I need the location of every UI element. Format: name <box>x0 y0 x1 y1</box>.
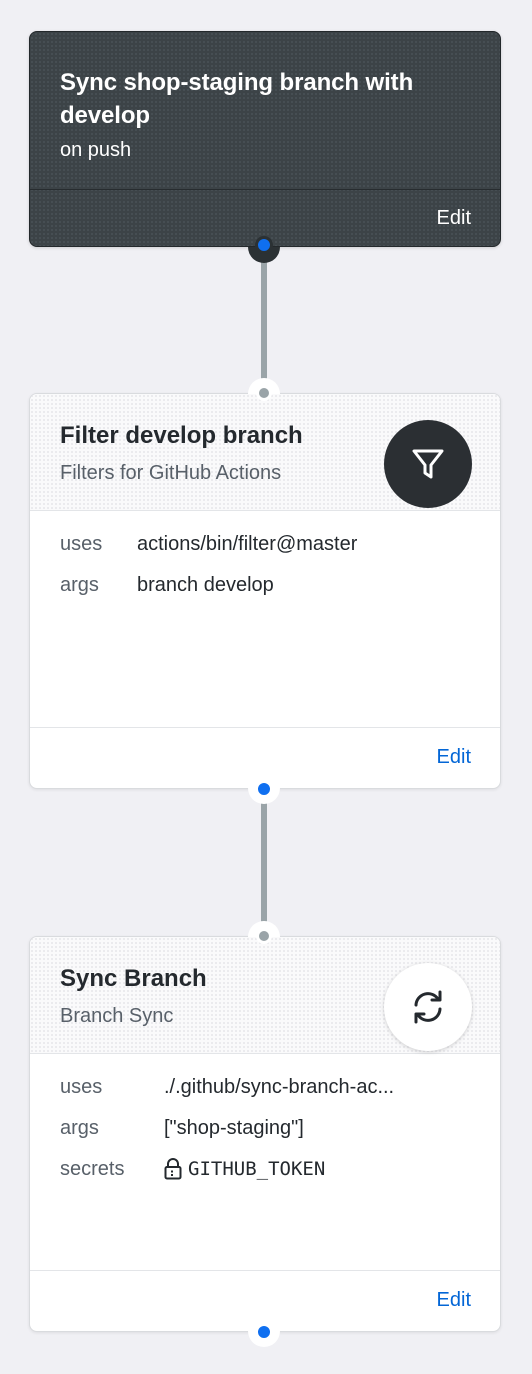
action-card-footer: Edit <box>30 1270 500 1331</box>
field-value: ./.github/sync-branch-ac... <box>164 1076 395 1098</box>
action-input-port[interactable] <box>256 928 272 944</box>
action-subtitle: Branch Sync <box>60 1005 174 1027</box>
lock-icon <box>164 1158 182 1180</box>
connector-line <box>261 248 267 392</box>
sync-icon <box>384 963 472 1051</box>
connector-line <box>261 790 267 936</box>
workflow-trigger-event: on push <box>60 139 132 161</box>
field-row-uses: uses ./.github/sync-branch-ac... <box>60 1074 480 1115</box>
action-card-filter[interactable]: Filter develop branch Filters for GitHub… <box>29 393 501 789</box>
field-value: branch develop <box>137 574 274 596</box>
action-subtitle: Filters for GitHub Actions <box>60 462 282 484</box>
workflow-title: Sync shop-staging branch with develop <box>60 69 414 129</box>
field-key: secrets <box>60 1158 125 1180</box>
action-fields: uses actions/bin/filter@master args bran… <box>60 531 480 613</box>
field-row-args: args ["shop-staging"] <box>60 1115 480 1156</box>
field-key: uses <box>60 533 103 555</box>
action-card-header: Filter develop branch Filters for GitHub… <box>30 394 500 511</box>
field-key: args <box>60 574 99 596</box>
action-output-port[interactable] <box>255 1323 273 1341</box>
action-title: Filter develop branch <box>60 422 303 449</box>
field-value: ["shop-staging"] <box>164 1117 304 1139</box>
edit-action-button[interactable]: Edit <box>437 746 471 769</box>
action-card-footer: Edit <box>30 727 500 788</box>
workflow-trigger-card[interactable]: Sync shop-staging branch with develop on… <box>29 31 501 247</box>
action-input-port[interactable] <box>256 385 272 401</box>
action-title: Sync Branch <box>60 965 207 992</box>
field-row-uses: uses actions/bin/filter@master <box>60 531 480 572</box>
action-card-header: Sync Branch Branch Sync <box>30 937 500 1054</box>
field-value: actions/bin/filter@master <box>137 533 358 555</box>
field-key: args <box>60 1117 99 1139</box>
action-output-port[interactable] <box>255 780 273 798</box>
edit-action-button[interactable]: Edit <box>437 1289 471 1312</box>
secret-name: GITHUB_TOKEN <box>188 1158 326 1180</box>
filter-icon <box>384 420 472 508</box>
field-key: uses <box>60 1076 103 1098</box>
edit-workflow-button[interactable]: Edit <box>437 207 471 230</box>
field-row-secrets: secrets GITHUB_TOKEN <box>60 1156 480 1197</box>
action-card-sync-branch[interactable]: Sync Branch Branch Sync uses ./.github/s… <box>29 936 501 1332</box>
secret-value: GITHUB_TOKEN <box>164 1156 325 1182</box>
action-fields: uses ./.github/sync-branch-ac... args ["… <box>60 1074 480 1197</box>
trigger-output-port[interactable] <box>255 236 273 254</box>
field-row-args: args branch develop <box>60 572 480 613</box>
